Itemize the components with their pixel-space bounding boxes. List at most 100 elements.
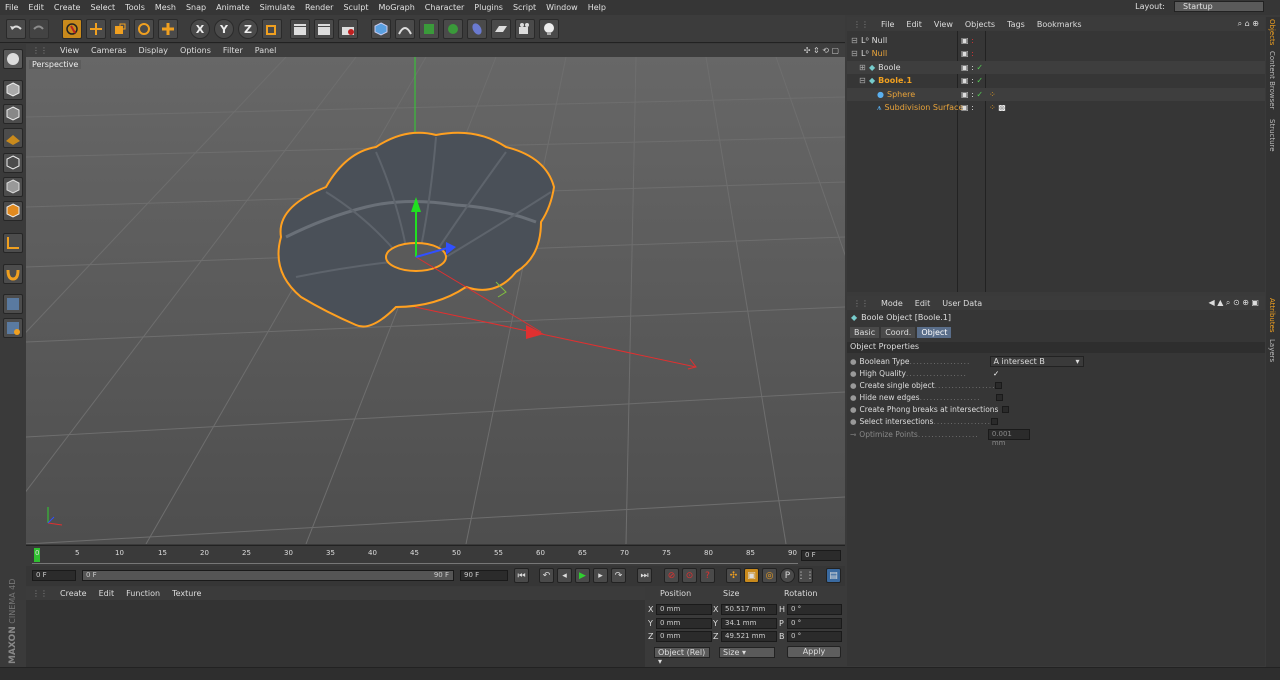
obj-menu-edit[interactable]: Edit bbox=[900, 20, 928, 29]
z-axis-lock[interactable]: Z bbox=[238, 19, 258, 39]
side-tab-content-browser[interactable]: Content Browser bbox=[1268, 51, 1276, 109]
render-view-button[interactable] bbox=[290, 19, 310, 39]
start-frame-field[interactable]: 0 F bbox=[32, 570, 76, 581]
workplane-button[interactable] bbox=[3, 128, 23, 148]
key-parameter-button[interactable]: P bbox=[780, 568, 795, 583]
tab-object[interactable]: Object bbox=[917, 327, 952, 338]
obj-menu-objects[interactable]: Objects bbox=[959, 20, 1001, 29]
boolean-type-dropdown[interactable]: A intersect B ▾ bbox=[989, 355, 1084, 367]
current-frame-field[interactable]: 0 F bbox=[801, 550, 841, 561]
texture-mode-button[interactable] bbox=[3, 104, 23, 124]
expand-icon[interactable]: ⊟ bbox=[847, 36, 861, 45]
menu-simulate[interactable]: Simulate bbox=[255, 3, 300, 12]
live-selection-tool[interactable] bbox=[62, 19, 82, 39]
object-row-sphere[interactable]: ● Sphere ▣ : ✓ ⁘ bbox=[847, 88, 1265, 101]
mat-menu-edit[interactable]: Edit bbox=[93, 589, 121, 598]
key-position-button[interactable]: ✣ bbox=[726, 568, 741, 583]
menu-file[interactable]: File bbox=[0, 3, 23, 12]
timeline-window-button[interactable]: ▤ bbox=[826, 568, 841, 583]
prev-key-button[interactable]: ↶ bbox=[539, 568, 554, 583]
make-editable-button[interactable] bbox=[3, 49, 23, 69]
scale-tool[interactable] bbox=[110, 19, 130, 39]
light-button[interactable] bbox=[539, 19, 559, 39]
autokey-button[interactable]: ⊙ bbox=[682, 568, 697, 583]
cube-object-button[interactable] bbox=[371, 19, 391, 39]
workplane-lock-button[interactable] bbox=[3, 294, 23, 314]
keyframe-selection-button[interactable]: ? bbox=[700, 568, 715, 583]
x-axis-lock[interactable]: X bbox=[190, 19, 210, 39]
vp-menu-display[interactable]: Display bbox=[133, 46, 175, 55]
next-frame-button[interactable]: ▸ bbox=[593, 568, 608, 583]
phong-breaks-checkbox[interactable] bbox=[1002, 405, 1010, 413]
floor-button[interactable] bbox=[491, 19, 511, 39]
object-row-boole-1[interactable]: ⊟ ◆ Boole.1 ▣ : ✓ bbox=[847, 74, 1265, 87]
visibility-dots[interactable]: ▣ : bbox=[961, 103, 974, 112]
single-object-checkbox[interactable] bbox=[994, 381, 1002, 389]
grip-handle[interactable]: ⋮⋮ bbox=[26, 46, 54, 55]
menu-render[interactable]: Render bbox=[300, 3, 338, 12]
menu-animate[interactable]: Animate bbox=[211, 3, 255, 12]
nav-arrows-icon[interactable]: ◀ ▲ ⌕ ⊙ ⊕ ▣ bbox=[1203, 298, 1265, 308]
polygons-mode-button[interactable] bbox=[3, 201, 23, 221]
obj-menu-bookmarks[interactable]: Bookmarks bbox=[1031, 20, 1088, 29]
vp-menu-options[interactable]: Options bbox=[174, 46, 217, 55]
attr-menu-edit[interactable]: Edit bbox=[909, 299, 937, 308]
rot-p-field[interactable]: 0 ° bbox=[787, 618, 842, 629]
menu-tools[interactable]: Tools bbox=[120, 3, 150, 12]
key-scale-button[interactable]: ▣ bbox=[744, 568, 759, 583]
goto-start-button[interactable]: ⏮ bbox=[514, 568, 529, 583]
mat-menu-function[interactable]: Function bbox=[120, 589, 166, 598]
menu-script[interactable]: Script bbox=[508, 3, 541, 12]
gizmo-x-arrow[interactable] bbox=[526, 325, 544, 339]
attr-menu-mode[interactable]: Mode bbox=[875, 299, 909, 308]
next-key-button[interactable]: ↷ bbox=[611, 568, 626, 583]
undo-button[interactable] bbox=[6, 19, 26, 39]
vp-menu-cameras[interactable]: Cameras bbox=[85, 46, 133, 55]
end-frame-field[interactable]: 90 F bbox=[460, 570, 508, 581]
high-quality-checkbox[interactable]: ✓ bbox=[993, 369, 999, 378]
pos-x-field[interactable]: 0 mm bbox=[656, 604, 712, 615]
key-rotation-button[interactable]: ◎ bbox=[762, 568, 777, 583]
menu-create[interactable]: Create bbox=[49, 3, 86, 12]
object-row-null-1[interactable]: ⊟ L⁰ Null ▣ : bbox=[847, 47, 1265, 60]
visibility-dots[interactable]: ▣ : bbox=[961, 49, 974, 58]
layout-dropdown[interactable]: Startup bbox=[1174, 1, 1264, 12]
hide-edges-checkbox[interactable] bbox=[995, 393, 1003, 401]
viewport-nav-icons[interactable]: ✣ ⇕ ⟲ ▢ bbox=[798, 46, 845, 55]
rot-h-field[interactable]: 0 ° bbox=[787, 604, 842, 615]
attr-menu-userdata[interactable]: User Data bbox=[936, 299, 988, 308]
expand-icon[interactable]: ⊟ bbox=[847, 49, 861, 58]
vp-menu-filter[interactable]: Filter bbox=[217, 46, 249, 55]
tab-coord[interactable]: Coord. bbox=[881, 327, 916, 338]
search-icon[interactable]: ⌕ ⌂ ⊕ bbox=[1232, 19, 1265, 29]
side-tab-objects[interactable]: Objects bbox=[1268, 19, 1276, 45]
rot-b-field[interactable]: 0 ° bbox=[787, 631, 842, 642]
menu-mesh[interactable]: Mesh bbox=[150, 3, 181, 12]
tag-icon[interactable]: ⁘ bbox=[989, 90, 996, 99]
pos-y-field[interactable]: 0 mm bbox=[656, 618, 712, 629]
optimize-points-field[interactable]: 0.001 mm bbox=[987, 428, 1030, 447]
mat-menu-texture[interactable]: Texture bbox=[166, 589, 207, 598]
play-button[interactable]: ▶ bbox=[575, 568, 590, 583]
side-tab-structure[interactable]: Structure bbox=[1268, 119, 1276, 152]
vp-menu-view[interactable]: View bbox=[54, 46, 85, 55]
redo-button[interactable] bbox=[29, 19, 49, 39]
menu-edit[interactable]: Edit bbox=[23, 3, 49, 12]
obj-menu-view[interactable]: View bbox=[928, 20, 959, 29]
perspective-viewport[interactable] bbox=[26, 57, 845, 544]
menu-sculpt[interactable]: Sculpt bbox=[338, 3, 373, 12]
record-button[interactable]: ⊘ bbox=[664, 568, 679, 583]
menu-snap[interactable]: Snap bbox=[181, 3, 211, 12]
side-tab-layers[interactable]: Layers bbox=[1268, 339, 1276, 362]
size-y-field[interactable]: 34.1 mm bbox=[721, 618, 777, 629]
frame-range-slider[interactable]: 0 F 90 F bbox=[82, 570, 454, 581]
size-mode-dropdown[interactable]: Size ▾ bbox=[719, 647, 775, 658]
spline-pen-button[interactable] bbox=[395, 19, 415, 39]
timeline-ruler[interactable]: 0 5 10 15 20 25 30 35 40 45 50 55 60 65 … bbox=[32, 548, 798, 564]
object-row-null[interactable]: ⊟ L⁰ Null ▣ : bbox=[847, 34, 1265, 47]
menu-character[interactable]: Character bbox=[420, 3, 470, 12]
render-picture-viewer-button[interactable] bbox=[314, 19, 334, 39]
select-intersections-checkbox[interactable] bbox=[991, 417, 999, 425]
vp-menu-panel[interactable]: Panel bbox=[249, 46, 283, 55]
obj-menu-file[interactable]: File bbox=[875, 20, 900, 29]
